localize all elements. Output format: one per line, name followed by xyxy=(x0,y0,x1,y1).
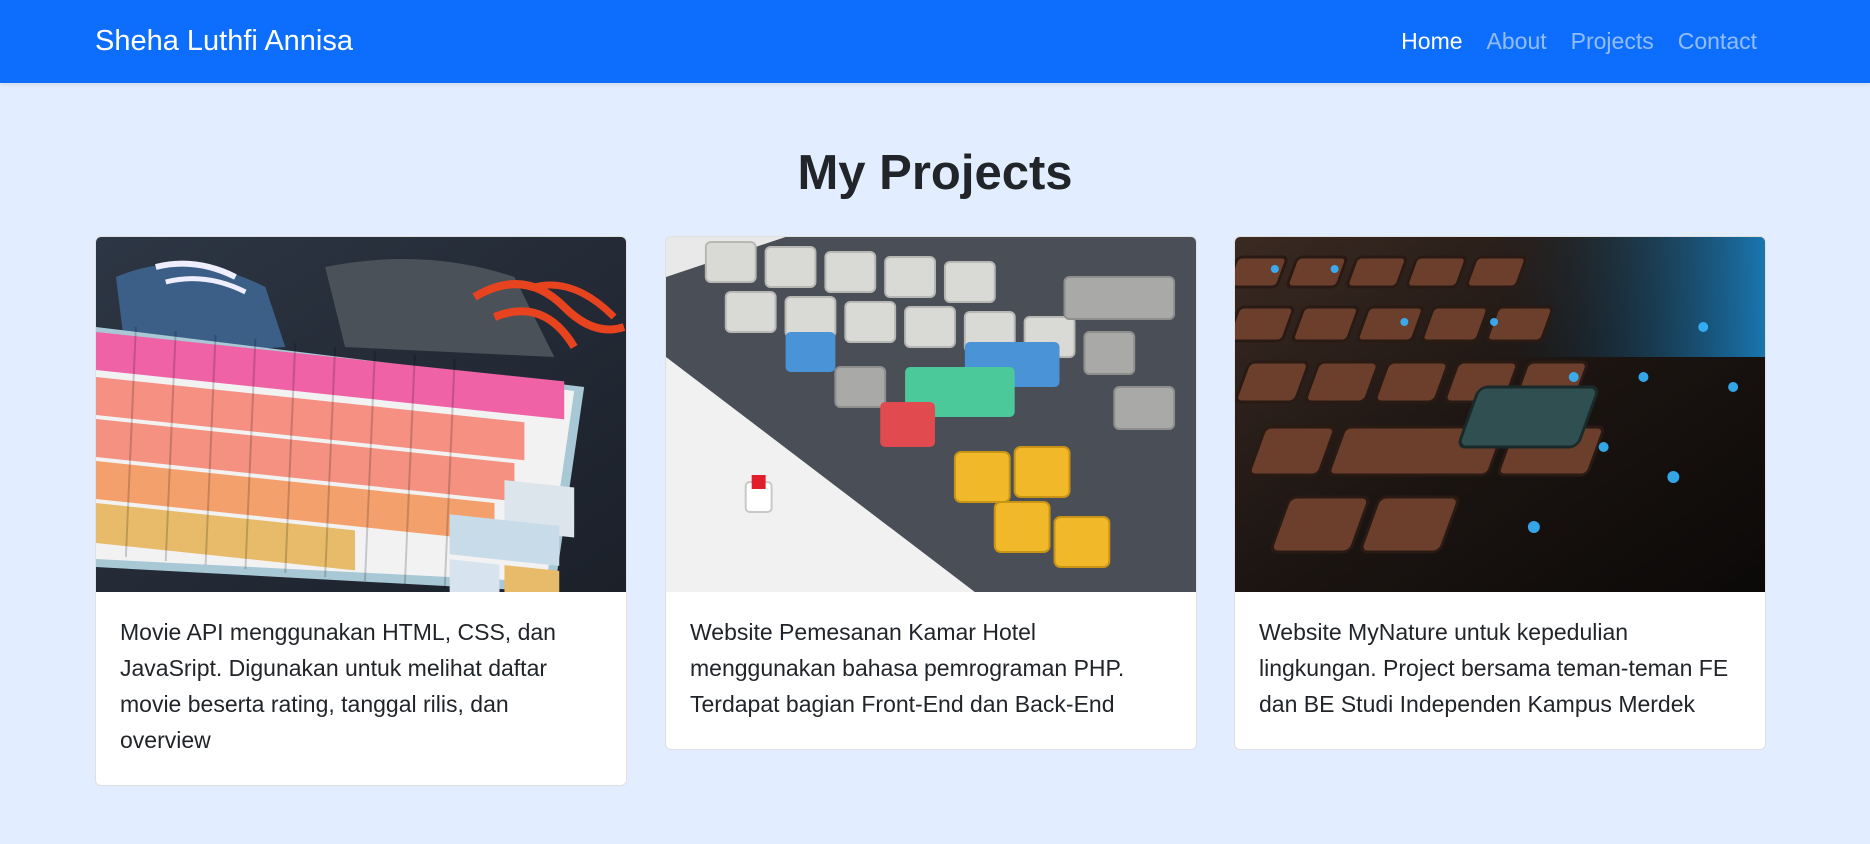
project-card: Website Pemesanan Kamar Hotel menggunaka… xyxy=(665,236,1197,750)
nav-link-home[interactable]: Home xyxy=(1401,28,1462,54)
nav-item-about: About xyxy=(1487,22,1547,60)
backlit-keyboard-image xyxy=(1235,237,1765,592)
nav-item-contact: Contact xyxy=(1678,22,1757,60)
nav-links: Home About Projects Contact xyxy=(1401,22,1757,60)
project-card: Movie API menggunakan HTML, CSS, dan Jav… xyxy=(95,236,627,786)
project-description: Website Pemesanan Kamar Hotel menggunaka… xyxy=(690,619,1125,717)
mechanical-keyboard-illustration xyxy=(666,237,1196,592)
pastel-keyboard-illustration xyxy=(96,237,626,592)
mechanical-keyboard-image xyxy=(666,237,1196,592)
nav-link-projects[interactable]: Projects xyxy=(1571,28,1654,54)
nav-item-home: Home xyxy=(1401,22,1462,60)
project-description: Website MyNature untuk kepedulian lingku… xyxy=(1259,619,1729,717)
nav-link-about[interactable]: About xyxy=(1487,28,1547,54)
nav-link-contact[interactable]: Contact xyxy=(1678,28,1757,54)
navbar: Sheha Luthfi Annisa Home About Projects … xyxy=(0,0,1870,83)
page-title: My Projects xyxy=(797,146,1073,200)
backlit-keyboard-illustration xyxy=(1235,237,1765,592)
project-card: Website MyNature untuk kepedulian lingku… xyxy=(1234,236,1766,750)
brand-link[interactable]: Sheha Luthfi Annisa xyxy=(95,22,353,60)
nav-item-projects: Projects xyxy=(1571,22,1654,60)
pastel-keyboard-image xyxy=(96,237,626,592)
project-description: Movie API menggunakan HTML, CSS, dan Jav… xyxy=(120,619,556,753)
